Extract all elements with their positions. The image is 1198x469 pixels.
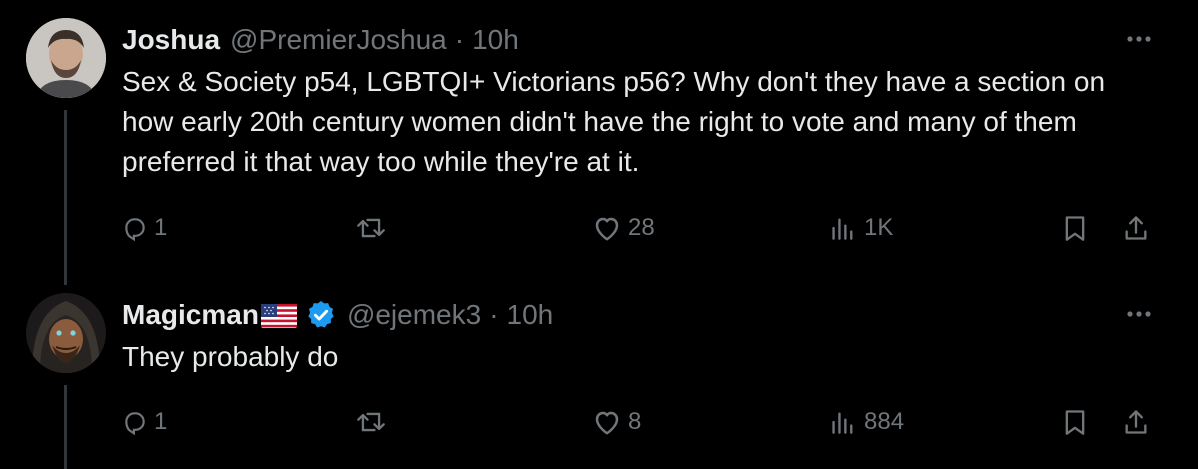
views-icon: [832, 218, 853, 240]
share-icon: [1125, 410, 1147, 434]
reply-icon: [125, 218, 145, 241]
like-button[interactable]: 28: [592, 208, 655, 248]
tweet-magicman[interactable]: Magicman @ejemek3 · 10h They probably do…: [0, 275, 1198, 469]
bookmark-button[interactable]: [1062, 208, 1088, 248]
display-name[interactable]: Joshua: [122, 24, 220, 56]
bookmark-icon: [1065, 410, 1085, 435]
more-icon[interactable]: [1124, 24, 1154, 54]
repost-button[interactable]: [356, 402, 392, 442]
like-count: 8: [628, 408, 642, 435]
tweet-text: Sex & Society p54, LGBTQI+ Victorians p5…: [122, 66, 1106, 177]
separator-dot: ·: [454, 24, 465, 55]
action-bar: 1 28 1K: [0, 208, 1198, 248]
tweet-header: Magicman @ejemek3 · 10h: [122, 297, 553, 333]
user-handle[interactable]: @ejemek3: [347, 299, 481, 331]
view-count: 884: [864, 408, 905, 435]
views-icon: [832, 412, 853, 434]
us-flag-icon: [260, 303, 297, 328]
reply-button[interactable]: 1: [122, 402, 167, 442]
repost-icon: [357, 412, 385, 432]
reply-count: 1: [154, 408, 168, 435]
reply-icon: [125, 412, 145, 435]
share-icon: [1125, 216, 1147, 240]
share-button[interactable]: [1122, 402, 1150, 442]
like-icon: [595, 217, 619, 241]
timestamp[interactable]: 10h: [507, 299, 554, 331]
bookmark-icon: [1065, 216, 1085, 241]
tweet-header: Joshua @PremierJoshua · 10h: [122, 22, 519, 58]
display-name[interactable]: Magicman: [122, 299, 259, 331]
share-button[interactable]: [1122, 208, 1150, 248]
reply-button[interactable]: 1: [122, 208, 167, 248]
tweet-joshua[interactable]: Joshua @PremierJoshua · 10h Sex & Societ…: [0, 0, 1198, 285]
repost-button[interactable]: [356, 208, 392, 248]
tweet-text: They probably do: [122, 341, 339, 372]
verified-badge-icon[interactable]: [305, 299, 337, 331]
avatar-joshua[interactable]: [26, 18, 106, 98]
separator-dot: ·: [489, 299, 499, 330]
timestamp[interactable]: 10h: [472, 24, 519, 56]
repost-icon: [357, 218, 385, 238]
view-count: 1K: [864, 214, 894, 241]
user-handle[interactable]: @PremierJoshua: [230, 24, 447, 56]
like-icon: [595, 411, 619, 435]
bookmark-button[interactable]: [1062, 402, 1088, 442]
views-button[interactable]: 1K: [828, 208, 893, 248]
thread-line: [64, 110, 67, 285]
views-button[interactable]: 884: [828, 402, 904, 442]
like-count: 28: [628, 214, 655, 241]
reply-count: 1: [154, 214, 168, 241]
like-button[interactable]: 8: [592, 402, 641, 442]
more-icon[interactable]: [1124, 299, 1154, 329]
action-bar: 1 8 884: [0, 402, 1198, 442]
avatar-magicman[interactable]: [26, 293, 106, 373]
